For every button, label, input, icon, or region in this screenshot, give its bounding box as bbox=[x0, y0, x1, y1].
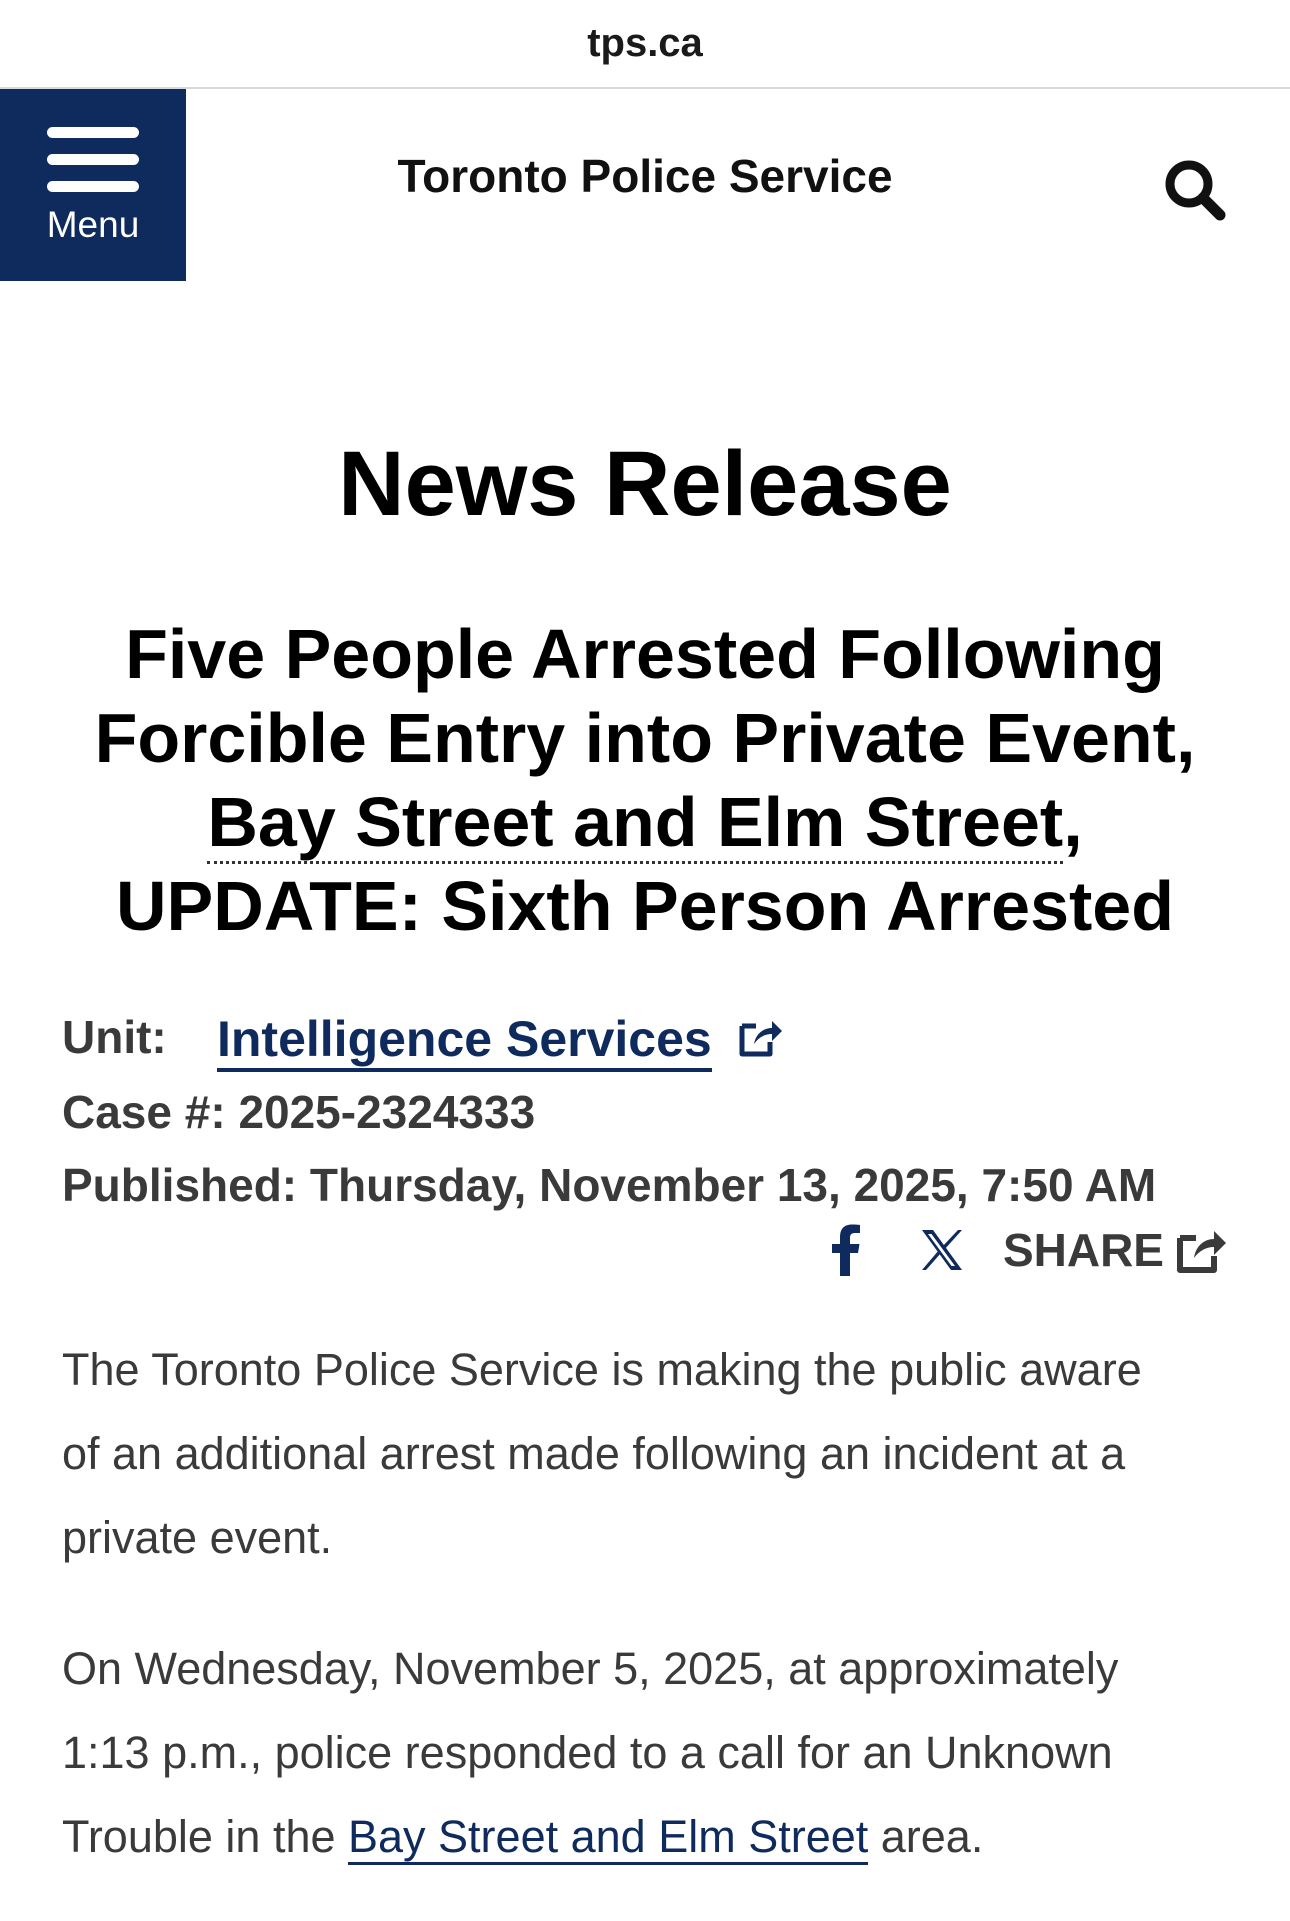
site-title[interactable]: Toronto Police Service bbox=[300, 149, 990, 203]
case-value: 2025-2324333 bbox=[238, 1086, 536, 1138]
url-text: tps.ca bbox=[587, 21, 703, 65]
search-button[interactable] bbox=[1160, 155, 1230, 225]
menu-button[interactable]: Menu bbox=[0, 89, 186, 281]
title-line-2: Forcible Entry into Private Event, bbox=[94, 699, 1196, 777]
title-line-1: Five People Arrested Following bbox=[125, 615, 1165, 693]
hamburger-icon bbox=[47, 127, 139, 193]
share-x-button[interactable] bbox=[917, 1220, 967, 1280]
location-link[interactable]: Bay Street and Elm Street bbox=[348, 1811, 869, 1865]
paragraph-line: On Wednesday, November 5, 2025, at appro… bbox=[62, 1643, 1119, 1694]
paragraph-text: area. bbox=[868, 1811, 984, 1862]
meta-published: Published: Thursday, November 13, 2025, … bbox=[62, 1158, 1242, 1212]
site-header: Menu Toronto Police Service bbox=[0, 89, 1290, 281]
unit-value: Intelligence Services bbox=[217, 1011, 712, 1067]
share-label: SHARE bbox=[1002, 1224, 1164, 1276]
case-label: Case #: bbox=[62, 1086, 226, 1138]
paragraph-line: Trouble in the Bay Street and Elm Street… bbox=[62, 1795, 1242, 1879]
page-heading: News Release bbox=[338, 433, 952, 535]
share-facebook-button[interactable] bbox=[821, 1220, 871, 1280]
external-link-icon bbox=[739, 1021, 782, 1057]
x-icon bbox=[921, 1230, 962, 1270]
published-value: Thursday, November 13, 2025, 7:50 AM bbox=[309, 1159, 1157, 1211]
paragraph-line: of an additional arrest made following a… bbox=[62, 1428, 1126, 1479]
unit-link[interactable]: Intelligence Services bbox=[217, 1010, 712, 1072]
body-paragraph-2: On Wednesday, November 5, 2025, at appro… bbox=[62, 1627, 1242, 1879]
meta-case: Case #: 2025-2324333 bbox=[62, 1085, 1242, 1139]
paragraph-line: 1:13 p.m., police responded to a call fo… bbox=[62, 1727, 1113, 1778]
paragraph-line: private event. bbox=[62, 1512, 333, 1563]
facebook-icon bbox=[831, 1224, 860, 1276]
share-button[interactable]: SHARE bbox=[1003, 1223, 1228, 1277]
published-label: Published: bbox=[62, 1159, 298, 1211]
location-abbr[interactable]: Bay Street and Elm Street bbox=[207, 783, 1064, 864]
share-icon bbox=[1177, 1231, 1226, 1273]
address-bar[interactable]: tps.ca bbox=[0, 0, 1290, 89]
title-comma: , bbox=[1063, 783, 1083, 861]
menu-label: Menu bbox=[46, 204, 140, 245]
meta-unit: Unit: Intelligence Services bbox=[62, 1010, 1242, 1072]
share-bar: SHARE bbox=[821, 1218, 1228, 1282]
body-paragraph-1: The Toronto Police Service is making the… bbox=[62, 1328, 1242, 1580]
release-title: Five People Arrested Following Forcible … bbox=[60, 612, 1230, 948]
paragraph-line: The Toronto Police Service is making the… bbox=[62, 1344, 1142, 1395]
search-icon bbox=[1165, 160, 1226, 221]
title-line-3: Bay Street and Elm Street, bbox=[60, 780, 1230, 864]
unit-label: Unit: bbox=[62, 1011, 167, 1063]
paragraph-text: Trouble in the bbox=[62, 1811, 348, 1862]
title-line-4: UPDATE: Sixth Person Arrested bbox=[116, 867, 1174, 945]
